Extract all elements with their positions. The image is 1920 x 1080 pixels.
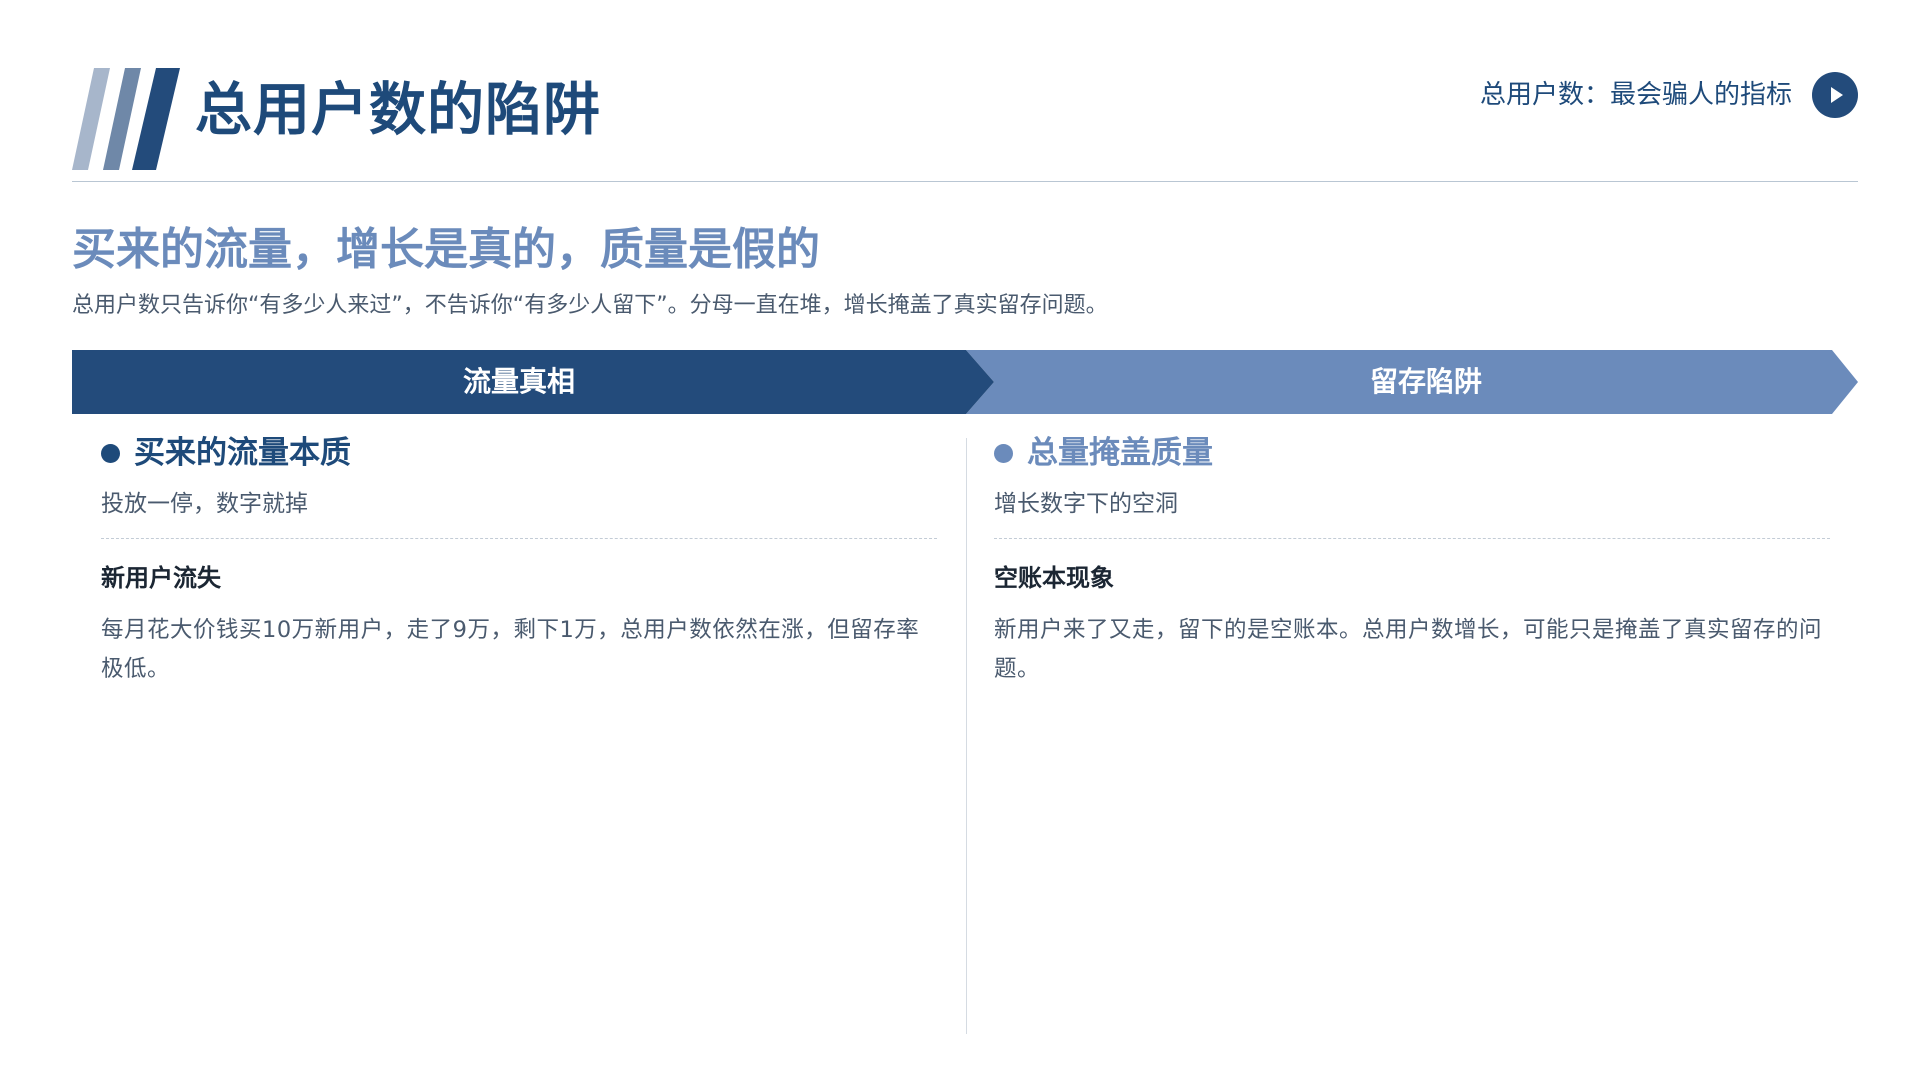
column-heading: 总量掩盖质量: [994, 432, 1830, 474]
banner-label-traffic-truth: 流量真相: [462, 365, 575, 398]
right-column: 总量掩盖质量 增长数字下的空洞 空账本现象 新用户来了又走，留下的是空账本。总用…: [994, 432, 1830, 689]
diagonal-stripes-icon: [72, 68, 180, 170]
page-title: 总用户数的陷阱: [195, 77, 601, 143]
bullet-dot-icon: [994, 443, 1013, 463]
lead-text: 总用户数只告诉你“有多少人来过”，不告诉你“有多少人留下”。分母一直在堆，增长掩…: [72, 293, 1108, 318]
chevron-banner: 流量真相 留存陷阱: [72, 350, 1858, 414]
column-divider: [966, 438, 967, 1034]
column-title: 总量掩盖质量: [1027, 435, 1213, 471]
left-column: 买来的流量本质 投放一停，数字就掉 新用户流失 每月花大价钱买10万新用户，走了…: [101, 432, 937, 689]
point-body: 每月花大价钱买10万新用户，走了9万，剩下1万，总用户数依然在涨，但留存率极低。: [101, 617, 920, 682]
point-body: 新用户来了又走，留下的是空账本。总用户数增长，可能只是掩盖了真实留存的问题。: [994, 617, 1823, 682]
column-subtitle: 投放一停，数字就掉: [101, 491, 308, 517]
point-title: 空账本现象: [994, 564, 1114, 592]
play-button[interactable]: [1812, 72, 1858, 118]
bullet-dot-icon: [101, 443, 120, 463]
column-subtitle: 增长数字下的空洞: [994, 491, 1178, 517]
header-divider: [72, 181, 1858, 182]
dashed-divider: [101, 538, 937, 539]
dashed-divider: [994, 538, 1830, 539]
column-heading: 买来的流量本质: [101, 432, 937, 474]
header-caption: 总用户数：最会骗人的指标: [1479, 80, 1792, 110]
headline: 买来的流量，增长是真的，质量是假的: [72, 224, 820, 275]
column-title: 买来的流量本质: [134, 435, 351, 471]
play-icon: [1830, 87, 1843, 103]
banner-label-retention-trap: 留存陷阱: [1369, 365, 1482, 398]
point-title: 新用户流失: [101, 564, 221, 592]
